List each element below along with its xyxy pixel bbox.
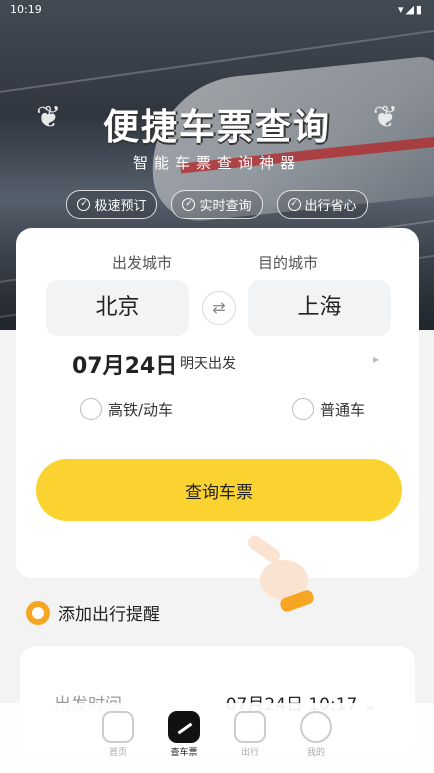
add-reminder[interactable]: 添加出行提醒 xyxy=(26,600,160,625)
pointing-hand-icon xyxy=(247,535,314,612)
nav-tickets-label: 查车票 xyxy=(170,748,198,758)
feature-tag: ✓ 实时查询 xyxy=(171,190,263,219)
user-icon xyxy=(300,711,332,743)
chevron-right-icon[interactable]: ▸ xyxy=(373,352,379,366)
radio-normal[interactable] xyxy=(292,398,314,420)
option-normal[interactable]: 普通车 xyxy=(292,398,365,420)
check-icon: ✓ xyxy=(287,198,301,211)
departure-date[interactable]: 07月24日 xyxy=(72,348,177,380)
nav-travel[interactable]: 出行 xyxy=(221,711,279,773)
trend-icon xyxy=(168,711,200,743)
hero-subtitle: 智能车票查询神器 xyxy=(132,154,301,172)
nav-profile[interactable]: 我的 xyxy=(287,711,345,773)
nav-travel-label: 出行 xyxy=(240,748,259,758)
radio-highspeed[interactable] xyxy=(80,398,102,420)
to-city-label: 目的城市 xyxy=(258,254,319,272)
feature-tag: ✓ 极速预订 xyxy=(66,190,158,219)
feature-tag: ✓ 出行省心 xyxy=(276,190,368,219)
option-normal-label: 普通车 xyxy=(320,400,366,419)
search-card: 出发城市 目的城市 北京 ⇄ 上海 07月24日 明天出发 ▸ 高铁/动车 普通… xyxy=(16,228,419,578)
query-tickets-button[interactable]: 查询车票 xyxy=(36,459,402,521)
home-icon xyxy=(102,711,134,743)
bottom-nav: 首页 查车票 出行 我的 xyxy=(0,703,434,773)
swap-cities-icon[interactable]: ⇄ xyxy=(202,291,236,325)
hero-title: 便捷车票查询 xyxy=(102,107,331,148)
status-bar: 10:19 ▾◢▮ xyxy=(0,0,434,20)
from-city-label: 出发城市 xyxy=(112,254,173,272)
option-highspeed[interactable]: 高铁/动车 xyxy=(80,398,173,420)
feature-tags: ✓ 极速预订 ✓ 实时查询 ✓ 出行省心 xyxy=(0,190,434,219)
nav-tickets[interactable]: 查车票 xyxy=(155,711,213,773)
alarm-clock-icon xyxy=(26,600,50,625)
nav-home[interactable]: 首页 xyxy=(89,711,147,773)
departure-date-hint: 明天出发 xyxy=(180,356,236,372)
nav-profile-label: 我的 xyxy=(306,748,325,758)
feature-tag-label: 实时查询 xyxy=(199,199,252,214)
check-icon: ✓ xyxy=(182,198,196,211)
to-city-field[interactable]: 上海 xyxy=(248,280,391,336)
briefcase-icon xyxy=(234,711,266,743)
check-icon: ✓ xyxy=(77,198,91,211)
add-reminder-label: 添加出行提醒 xyxy=(58,605,160,625)
option-highspeed-label: 高铁/动车 xyxy=(108,400,174,419)
from-city-field[interactable]: 北京 xyxy=(46,280,189,336)
feature-tag-label: 出行省心 xyxy=(304,199,357,214)
status-time: 10:19 xyxy=(10,3,42,16)
feature-tag-label: 极速预订 xyxy=(94,199,147,214)
signal-battery-icon: ▾◢▮ xyxy=(397,3,424,16)
nav-home-label: 首页 xyxy=(108,748,127,758)
